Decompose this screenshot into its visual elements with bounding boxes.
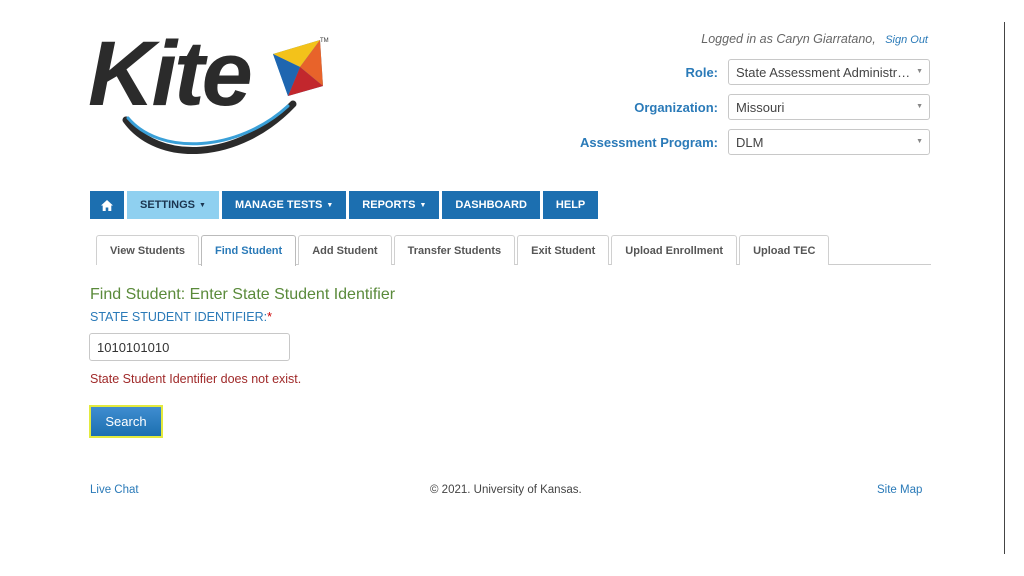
tab-exit-student[interactable]: Exit Student — [517, 235, 610, 265]
assessment-program-value: DLM — [736, 134, 764, 150]
nav-manage-tests-label: MANAGE TESTS — [234, 199, 323, 211]
nav-settings[interactable]: SETTINGS ▼ — [127, 191, 219, 219]
tab-upload-enrollment[interactable]: Upload Enrollment — [611, 235, 738, 265]
nav-reports[interactable]: REPORTS ▼ — [349, 191, 440, 219]
tab-find-student[interactable]: Find Student — [200, 235, 297, 266]
tab-add-student[interactable]: Add Student — [298, 235, 392, 265]
organization-select[interactable]: Missouri ▼ — [728, 94, 930, 120]
role-value: State Assessment Administra... — [736, 64, 911, 80]
chevron-down-icon: ▼ — [916, 103, 923, 110]
role-row: Role: State Assessment Administra... ▼ — [685, 59, 930, 85]
tab-transfer-students[interactable]: Transfer Students — [393, 235, 516, 265]
organization-value: Missouri — [736, 99, 785, 115]
chevron-down-icon: ▼ — [916, 68, 923, 75]
nav-reports-label: REPORTS — [362, 199, 416, 211]
nav-manage-tests[interactable]: MANAGE TESTS ▼ — [221, 191, 347, 219]
student-tabs: View Students Find Student Add Student T… — [96, 235, 831, 266]
nav-help-label: HELP — [555, 199, 586, 211]
home-button[interactable] — [90, 191, 124, 219]
logged-in-text: Logged in as Caryn Giarratano, — [701, 32, 876, 46]
role-label: Role: — [685, 64, 719, 80]
nav-help[interactable]: HELP — [542, 191, 599, 219]
assessment-program-select[interactable]: DLM ▼ — [728, 129, 930, 155]
nav-dashboard-label: DASHBOARD — [455, 199, 527, 211]
organization-row: Organization: Missouri ▼ — [634, 94, 930, 120]
caret-down-icon: ▼ — [199, 201, 206, 209]
home-icon — [101, 199, 113, 211]
tab-upload-tec[interactable]: Upload TEC — [739, 235, 830, 265]
required-marker: * — [267, 310, 272, 324]
site-map-link[interactable]: Site Map — [877, 484, 922, 496]
kite-wordmark: Kite — [88, 23, 253, 125]
caret-down-icon: ▼ — [419, 201, 427, 209]
nav-settings-label: SETTINGS — [140, 199, 196, 211]
vertical-divider — [1004, 22, 1005, 554]
search-button[interactable]: Search — [89, 405, 163, 438]
trademark-mark: TM — [320, 38, 329, 44]
assessment-program-label: Assessment Program: — [580, 134, 718, 150]
kite-logo: Kite TM — [88, 28, 338, 160]
tab-view-students[interactable]: View Students — [96, 235, 199, 265]
nav-dashboard[interactable]: DASHBOARD — [442, 191, 540, 219]
role-select[interactable]: State Assessment Administra... ▼ — [728, 59, 930, 85]
assessment-program-row: Assessment Program: DLM ▼ — [580, 129, 930, 155]
error-message: State Student Identifier does not exist. — [90, 372, 302, 386]
main-nav: SETTINGS ▼ MANAGE TESTS ▼ REPORTS ▼ DASH… — [90, 191, 599, 219]
caret-down-icon: ▼ — [326, 201, 334, 209]
logged-in-status: Logged in as Caryn Giarratano, Sign Out — [701, 32, 928, 46]
ssid-input[interactable] — [89, 333, 290, 361]
ssid-field-label: STATE STUDENT IDENTIFIER:* — [90, 310, 272, 324]
sign-out-link[interactable]: Sign Out — [885, 34, 928, 46]
live-chat-link[interactable]: Live Chat — [90, 484, 139, 496]
chevron-down-icon: ▼ — [916, 138, 923, 145]
page-title: Find Student: Enter State Student Identi… — [90, 286, 396, 303]
copyright-text: © 2021. University of Kansas. — [430, 484, 582, 496]
ssid-label-text: STATE STUDENT IDENTIFIER: — [90, 310, 268, 324]
organization-label: Organization: — [634, 99, 718, 115]
